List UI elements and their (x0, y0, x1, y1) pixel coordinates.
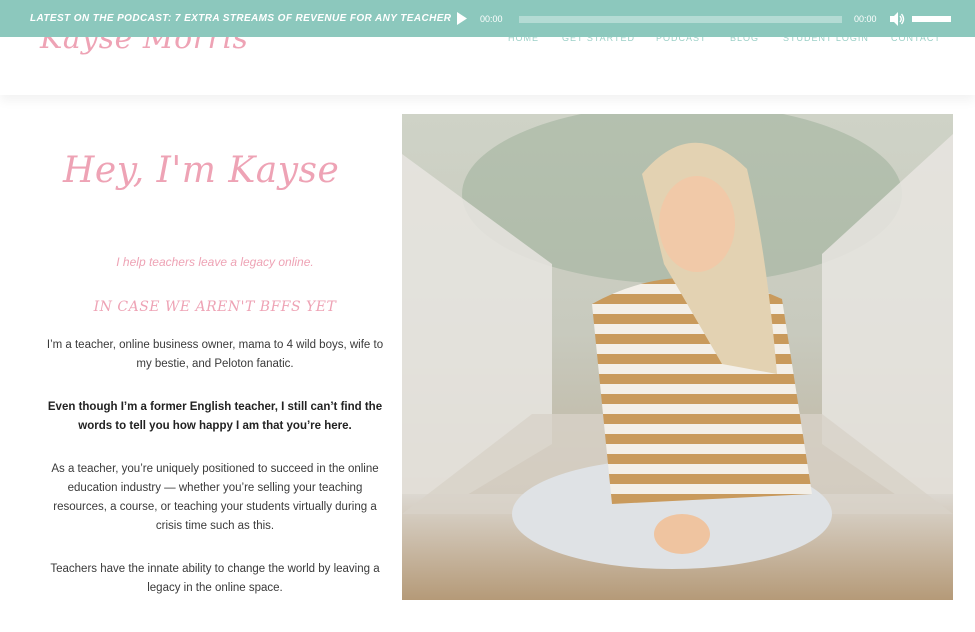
portrait-photo (402, 114, 953, 600)
audio-progress-bar[interactable] (519, 16, 842, 23)
intro-paragraph: Teachers have the innate ability to chan… (50, 563, 380, 594)
site-header: Kayse Morris HOME GET STARTED PODCAST BL… (0, 21, 975, 95)
current-time: 00:00 (480, 14, 503, 24)
total-time: 00:00 (854, 14, 877, 24)
intro-title: Hey, I'm Kayse (63, 150, 340, 191)
podcast-latest-label[interactable]: LATEST ON THE PODCAST: 7 EXTRA STREAMS O… (30, 13, 451, 24)
intro-tagline: I help teachers leave a legacy online. (116, 255, 314, 269)
intro-paragraph-bold: Even though I’m a former English teacher… (47, 401, 383, 432)
speaker-icon[interactable] (890, 12, 905, 26)
intro-subheading: In case we aren't BFFs yet (93, 299, 337, 315)
volume-slider[interactable] (912, 16, 951, 22)
podcast-bar: LATEST ON THE PODCAST: 7 EXTRA STREAMS O… (0, 0, 975, 37)
intro-paragraph: I’m a teacher, online business owner, ma… (46, 339, 384, 370)
intro-paragraph: As a teacher, you’re uniquely positioned… (51, 463, 379, 532)
play-icon[interactable] (456, 12, 468, 25)
